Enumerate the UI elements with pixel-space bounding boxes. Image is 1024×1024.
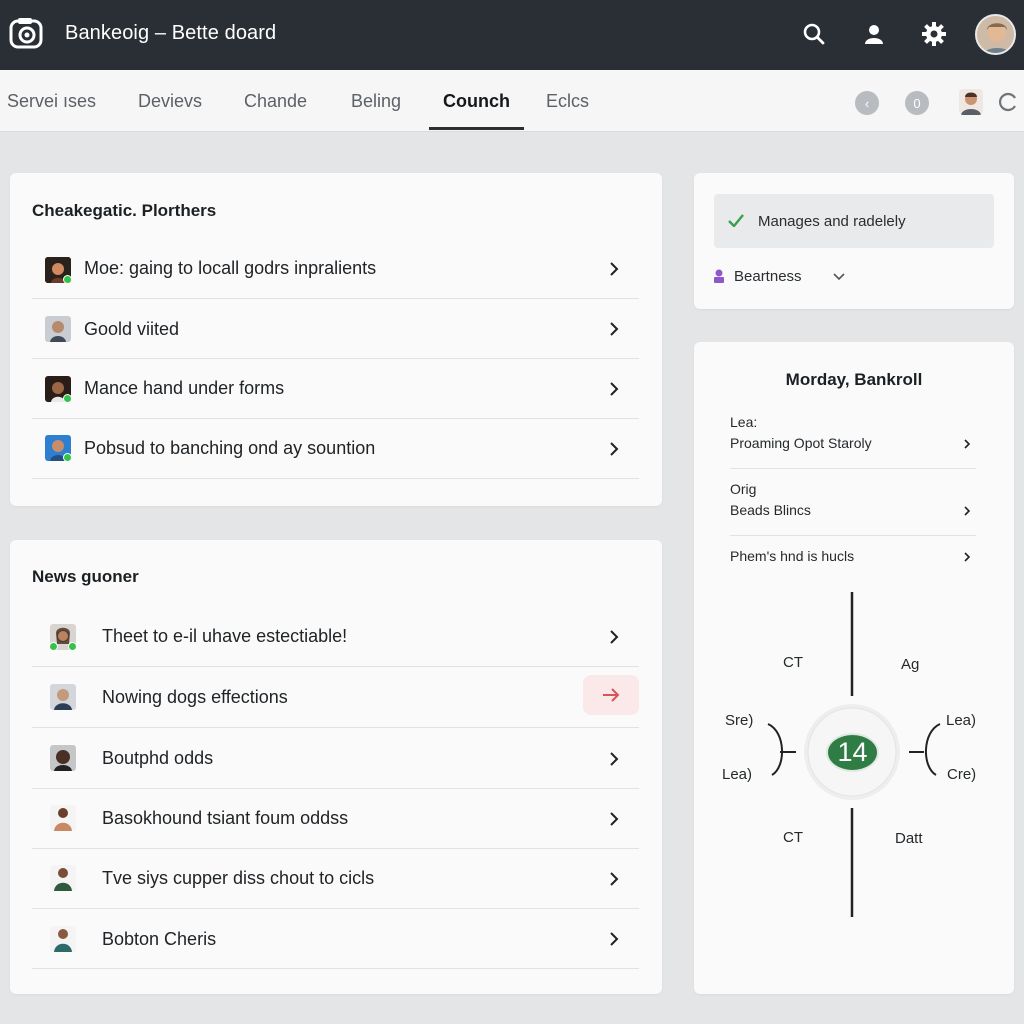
list-item[interactable]: Bobton Cheris <box>32 909 639 969</box>
list-item[interactable]: Moe: gaing to locall godrs inpralients <box>32 239 639 299</box>
dial-label: Cre) <box>947 766 977 783</box>
list-item-label: Basokhound tsiant foum oddss <box>102 808 349 828</box>
avatar <box>50 926 76 952</box>
panel-title: Morday, Bankroll <box>785 370 923 389</box>
chevron-right-icon <box>610 382 619 396</box>
chevron-right-icon <box>964 439 971 449</box>
list-item[interactable]: Nowing dogs effections <box>32 667 639 728</box>
card-title: Cheakegatic. Plorthers <box>32 201 217 220</box>
user-icon[interactable] <box>860 20 888 48</box>
list-item[interactable]: Mance hand under forms <box>32 359 639 419</box>
tab-servei-ises[interactable]: Servei ıses <box>7 91 96 112</box>
online-status-dot <box>68 642 76 650</box>
list-item-label: Boutphd odds <box>102 748 214 768</box>
tab-devievs[interactable]: Devievs <box>138 91 202 112</box>
bankroll-row[interactable]: Orig Beads Blincs <box>730 481 976 536</box>
tab-beling[interactable]: Beling <box>351 91 401 112</box>
row-subtext: Proaming Opot Staroly <box>730 435 872 451</box>
bankroll-dial: 14 CT Ag Sre) Lea) Lea) Cre) CT Datt <box>694 592 1014 922</box>
avatar <box>50 684 76 710</box>
refresh-icon[interactable] <box>996 90 1020 114</box>
avatar <box>50 624 76 650</box>
contacts-card: Cheakegatic. Plorthers Moe: gaing to loc… <box>10 173 662 506</box>
list-item-label: Tve siys cupper diss chout to cicls <box>102 868 375 888</box>
tab-counch[interactable]: Counch <box>443 91 510 112</box>
bankroll-row[interactable]: Lea: Proaming Opot Staroly <box>730 414 976 469</box>
logo-icon[interactable] <box>9 16 43 50</box>
list-item[interactable]: Basokhound tsiant foum oddss <box>32 789 639 849</box>
chevron-right-icon <box>610 262 619 276</box>
row-heading: Phem's hnd is hucls <box>730 548 855 564</box>
chevron-right-icon <box>610 322 619 336</box>
arrow-right-icon <box>603 688 620 702</box>
list-item-label: Theet to e-il uhave estectiable! <box>102 626 348 646</box>
chevron-right-icon <box>610 812 619 826</box>
active-tab-indicator <box>429 127 524 130</box>
list-item-label: Bobton Cheris <box>102 929 217 949</box>
chevron-right-icon <box>610 442 619 456</box>
tab-eclcs[interactable]: Eclcs <box>546 91 589 112</box>
list-item[interactable]: Pobsud to banching ond ay sountion <box>32 419 639 479</box>
avatar[interactable] <box>975 14 1016 55</box>
online-status-dot <box>63 394 71 402</box>
list-item[interactable]: Theet to e-il uhave estectiable! <box>32 606 639 667</box>
bankroll-row[interactable]: Phem's hnd is hucls <box>730 548 976 578</box>
dial-value-badge[interactable]: 14 <box>826 733 879 772</box>
dial-label: Lea) <box>722 766 753 783</box>
row-heading: Lea: <box>730 414 758 430</box>
avatar <box>45 316 71 342</box>
list-item-label: Moe: gaing to locall godrs inpralients <box>84 258 377 278</box>
small-avatar[interactable] <box>959 89 983 115</box>
dial-label: Lea) <box>946 712 977 729</box>
chevron-down-icon[interactable] <box>833 273 845 281</box>
check-icon <box>728 214 744 227</box>
search-icon[interactable] <box>800 20 828 48</box>
app-title: Bankeoig – Bette doard <box>65 22 277 44</box>
chevron-right-icon <box>610 752 619 766</box>
avatar <box>50 865 76 891</box>
list-item-label: Mance hand under forms <box>84 378 285 398</box>
avatar <box>50 745 76 771</box>
chevron-right-icon <box>610 932 619 946</box>
chevron-right-icon <box>964 552 971 562</box>
list-item[interactable]: Goold viited <box>32 299 639 359</box>
avatar <box>45 257 71 283</box>
dial-label: Sre) <box>725 712 754 729</box>
list-item-label: Goold viited <box>84 319 180 339</box>
prev-circle-button[interactable]: ‹ <box>855 91 879 115</box>
online-status-dot <box>63 275 71 283</box>
options-panel: Manages and radelely Beartness <box>694 173 1014 309</box>
news-card: News guoner Theet to e-il uhave estectia… <box>10 540 662 994</box>
top-bar: Bankeoig – Bette doard <box>0 0 1024 70</box>
list-item-label: Nowing dogs effections <box>102 687 288 707</box>
dial-label: CT <box>783 654 803 671</box>
checked-option[interactable]: Manages and radelely <box>714 194 994 248</box>
avatar <box>50 805 76 831</box>
online-status-dot <box>63 453 71 461</box>
open-arrow-button[interactable] <box>583 675 639 715</box>
list-item[interactable]: Boutphd odds <box>32 728 639 789</box>
online-status-dot <box>50 642 58 650</box>
row-subtext: Beads Blincs <box>730 502 811 518</box>
select-dropdown-label[interactable]: Beartness <box>734 268 802 285</box>
tab-bar: Servei ıses Devievs Chande Beling Counch… <box>0 70 1024 132</box>
chevron-right-icon <box>610 872 619 886</box>
chevron-right-icon <box>610 630 619 644</box>
dial-label: Ag <box>901 656 920 673</box>
dial-label: Datt <box>895 830 923 847</box>
bankroll-panel: Morday, Bankroll Lea: Proaming Opot Star… <box>694 342 1014 994</box>
chevron-right-icon <box>964 506 971 516</box>
dial-label: CT <box>783 829 803 846</box>
row-heading: Orig <box>730 481 757 497</box>
tab-chande[interactable]: Chande <box>244 91 307 112</box>
avatar <box>45 435 71 461</box>
count-circle-button[interactable]: 0 <box>905 91 929 115</box>
checked-option-label: Manages and radelely <box>758 213 906 230</box>
list-item[interactable]: Tve siys cupper diss chout to cicls <box>32 849 639 909</box>
user-small-icon <box>714 269 724 283</box>
card-title: News guoner <box>32 567 139 586</box>
list-item-label: Pobsud to banching ond ay sountion <box>84 438 376 458</box>
avatar <box>45 376 71 402</box>
gear-icon[interactable] <box>920 20 948 48</box>
